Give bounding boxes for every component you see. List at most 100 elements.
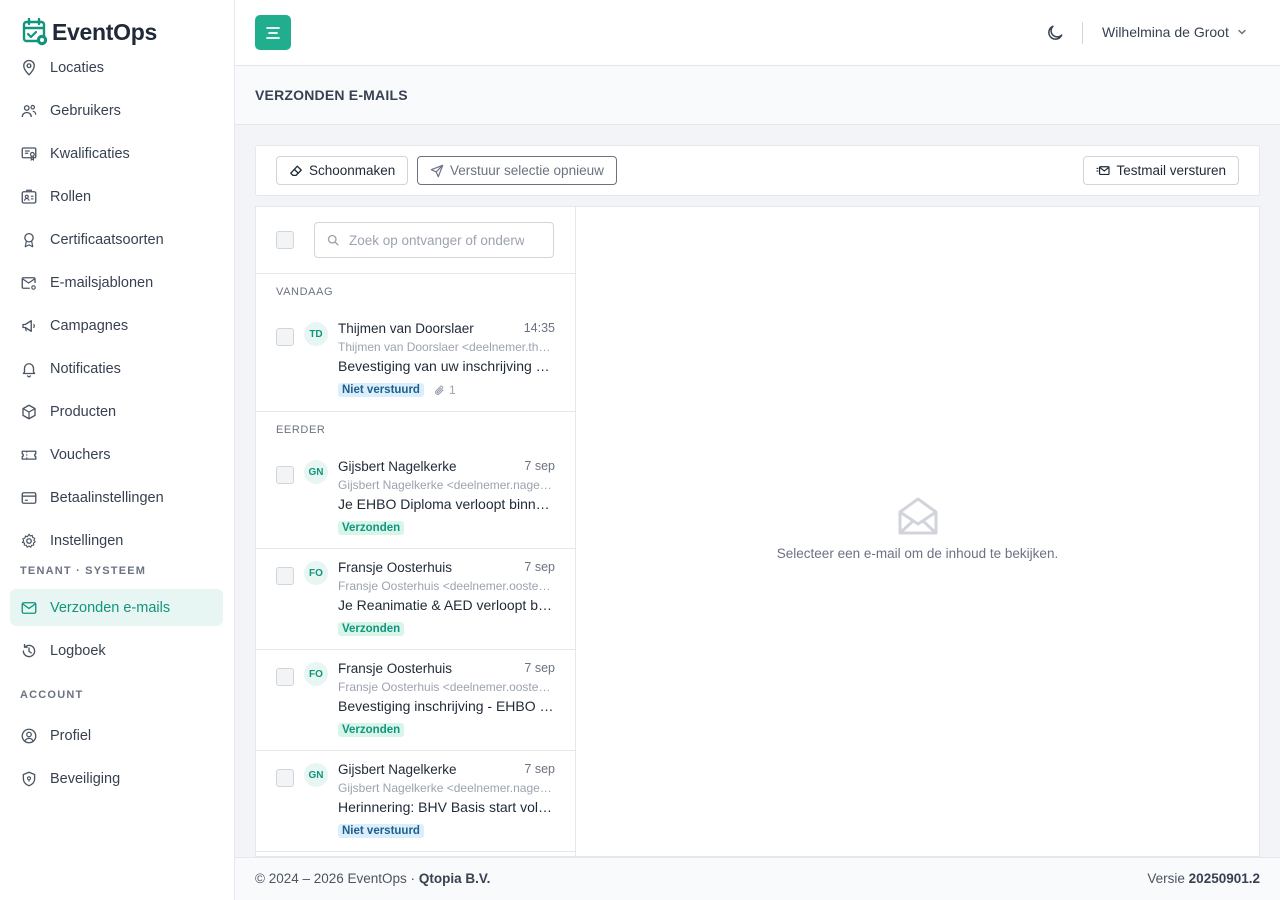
sidebar-item-logboek[interactable]: Logboek: [10, 632, 223, 669]
mail-time: 7 sep: [524, 762, 555, 776]
mail-list-item[interactable]: TD Thijmen van Doorslaer 14:35 Thijmen van …: [256, 310, 575, 412]
id-badge-icon: [20, 188, 38, 206]
resend-selection-label: Verstuur selectie opnieuw: [450, 163, 604, 178]
status-badge: Verzonden: [338, 622, 405, 636]
mail-list-item[interactable]: FO Fransje Oosterhuis 7 sep Fransje Oosterh…: [256, 650, 575, 751]
top-bar: Wilhelmina de Groot: [235, 0, 1280, 66]
mail-recipient-address: Gijsbert Nagelkerke <deelnemer.nagelkerk…: [338, 478, 552, 492]
mail-recipient-name: Gijsbert Nagelkerke: [338, 459, 457, 474]
testmail-button[interactable]: Testmail versturen: [1083, 156, 1239, 185]
sidebar-section-account: ACCOUNT: [20, 689, 84, 701]
mail-select-checkbox[interactable]: [276, 328, 294, 346]
sidebar-item-betaalinstellingen[interactable]: Betaalinstellingen: [10, 479, 223, 516]
mail-list-item[interactable]: GN Gijsbert Nagelkerke 7 sep Gijsbert Nagel…: [256, 448, 575, 549]
sidebar-item-locaties[interactable]: Locaties: [10, 49, 223, 86]
status-badge: Verzonden: [338, 521, 405, 535]
sidebar-item-label: Beveiliging: [50, 770, 121, 787]
mail-meta: Verzonden: [338, 622, 405, 636]
sidebar-item-notificaties[interactable]: Notificaties: [10, 350, 223, 387]
sidebar-item-label: Locaties: [50, 59, 105, 76]
avatar: FO: [304, 662, 328, 686]
package-icon: [20, 403, 38, 421]
theme-toggle-button[interactable]: [1045, 23, 1065, 43]
empty-state: Selecteer een e-mail om de inhoud te bek…: [576, 496, 1259, 561]
sidebar-item-producten[interactable]: Producten: [10, 393, 223, 430]
app-name: EventOps: [52, 18, 157, 45]
gear-icon: [20, 532, 38, 550]
sidebar-item-label: Kwalificaties: [50, 145, 130, 162]
mail-recipient-address: Fransje Oosterhuis <deelnemer.oosterhuis…: [338, 680, 552, 694]
sidebar-item-kwalificaties[interactable]: Kwalificaties: [10, 135, 223, 172]
toolbar: Schoonmaken Verstuur selectie opnieuw Te…: [255, 145, 1260, 196]
mail-select-checkbox[interactable]: [276, 567, 294, 585]
mail-recipient-name: Fransje Oosterhuis: [338, 560, 453, 575]
sidebar-item-label: Vouchers: [50, 446, 111, 463]
map-pin-icon: [20, 59, 38, 77]
menu-toggle-button[interactable]: [255, 15, 291, 50]
resend-selection-button[interactable]: Verstuur selectie opnieuw: [417, 156, 617, 185]
sidebar-item-rollen[interactable]: Rollen: [10, 178, 223, 215]
status-badge: Verzonden: [338, 723, 405, 737]
avatar: TD: [304, 322, 328, 346]
sidebar-item-label: Rollen: [50, 188, 92, 205]
sidebar-item-instellingen[interactable]: Instellingen: [10, 522, 223, 559]
sidebar: EventOps Locaties Gebruikers Kwalificaties…: [0, 0, 235, 900]
sidebar-item-label: Instellingen: [50, 532, 124, 549]
certificate-icon: [20, 145, 38, 163]
user-menu[interactable]: Wilhelmina de Groot: [1102, 24, 1247, 40]
mail-recipient-name: Fransje Oosterhuis: [338, 661, 453, 676]
user-circle-icon: [20, 727, 38, 745]
brand-logo[interactable]: EventOps: [22, 18, 157, 46]
sidebar-item-profiel[interactable]: Profiel: [10, 717, 223, 754]
mail-select-checkbox[interactable]: [276, 769, 294, 787]
footer-version: Versie 20250901.2: [1147, 871, 1260, 886]
mail-preview-panel: Selecteer een e-mail om de inhoud te bek…: [575, 206, 1260, 857]
mail-select-checkbox[interactable]: [276, 466, 294, 484]
search-icon: [327, 234, 339, 246]
mail-select-checkbox[interactable]: [276, 668, 294, 686]
calendar-gear-icon: [22, 18, 48, 46]
shield-icon: [20, 770, 38, 788]
bell-icon: [20, 360, 38, 378]
search-input[interactable]: [349, 232, 524, 248]
mail-meta: Niet verstuurd 1: [338, 383, 456, 397]
company-name: Qtopia B.V.: [418, 871, 491, 886]
page-header: VERZONDEN E-MAILS: [235, 66, 1280, 125]
search-box[interactable]: [314, 222, 554, 258]
mail-list-panel: VANDAAG TD Thijmen van Doorslaer 14:35 Thij…: [255, 206, 575, 857]
avatar: FO: [304, 561, 328, 585]
mail-recipient-name: Gijsbert Nagelkerke: [338, 762, 457, 777]
avatar: GN: [304, 763, 328, 787]
mail-time: 7 sep: [524, 661, 555, 675]
version-number: 20250901.2: [1188, 871, 1260, 886]
sidebar-item-e-mailsjablonen[interactable]: E-mailsjablonen: [10, 264, 223, 301]
sidebar-section-tenant: TENANT · SYSTEEM: [20, 565, 147, 577]
select-all-checkbox[interactable]: [276, 231, 294, 249]
sidebar-item-vouchers[interactable]: Vouchers: [10, 436, 223, 473]
sidebar-item-label: E-mailsjablonen: [50, 274, 154, 291]
paperclip-icon: [435, 385, 444, 395]
clean-button[interactable]: Schoonmaken: [276, 156, 409, 185]
group-label-today: VANDAAG: [276, 286, 334, 298]
mail-list-item[interactable]: FO Fransje Oosterhuis 7 sep Fransje Oosterh…: [256, 549, 575, 650]
mail-list-item[interactable]: GN Gijsbert Nagelkerke 7 sep Gijsbert Nagel…: [256, 751, 575, 852]
sidebar-item-label: Gebruikers: [50, 102, 121, 119]
sidebar-item-verzonden-e-mails[interactable]: Verzonden e-mails: [10, 589, 223, 626]
ticket-icon: [20, 446, 38, 464]
sidebar-item-label: Notificaties: [50, 360, 121, 377]
menu-icon: [266, 26, 280, 39]
sidebar-item-gebruikers[interactable]: Gebruikers: [10, 92, 223, 129]
testmail-button-label: Testmail versturen: [1116, 163, 1226, 178]
sidebar-item-certificaatsoorten[interactable]: Certificaatsoorten: [10, 221, 223, 258]
mail-time: 7 sep: [524, 459, 555, 473]
sidebar-item-beveiliging[interactable]: Beveiliging: [10, 760, 223, 797]
mail-subject: Je EHBO Diploma verloopt binnenkort: [338, 496, 554, 512]
sidebar-item-campagnes[interactable]: Campagnes: [10, 307, 223, 344]
avatar: GN: [304, 460, 328, 484]
mail-list-header: [256, 207, 575, 274]
attachment-count-value: 1: [448, 383, 456, 397]
empty-state-text: Selecteer een e-mail om de inhoud te bek…: [776, 546, 1059, 561]
user-name: Wilhelmina de Groot: [1102, 24, 1229, 40]
header-divider: [1082, 22, 1083, 44]
version-label: Versie: [1147, 871, 1185, 886]
